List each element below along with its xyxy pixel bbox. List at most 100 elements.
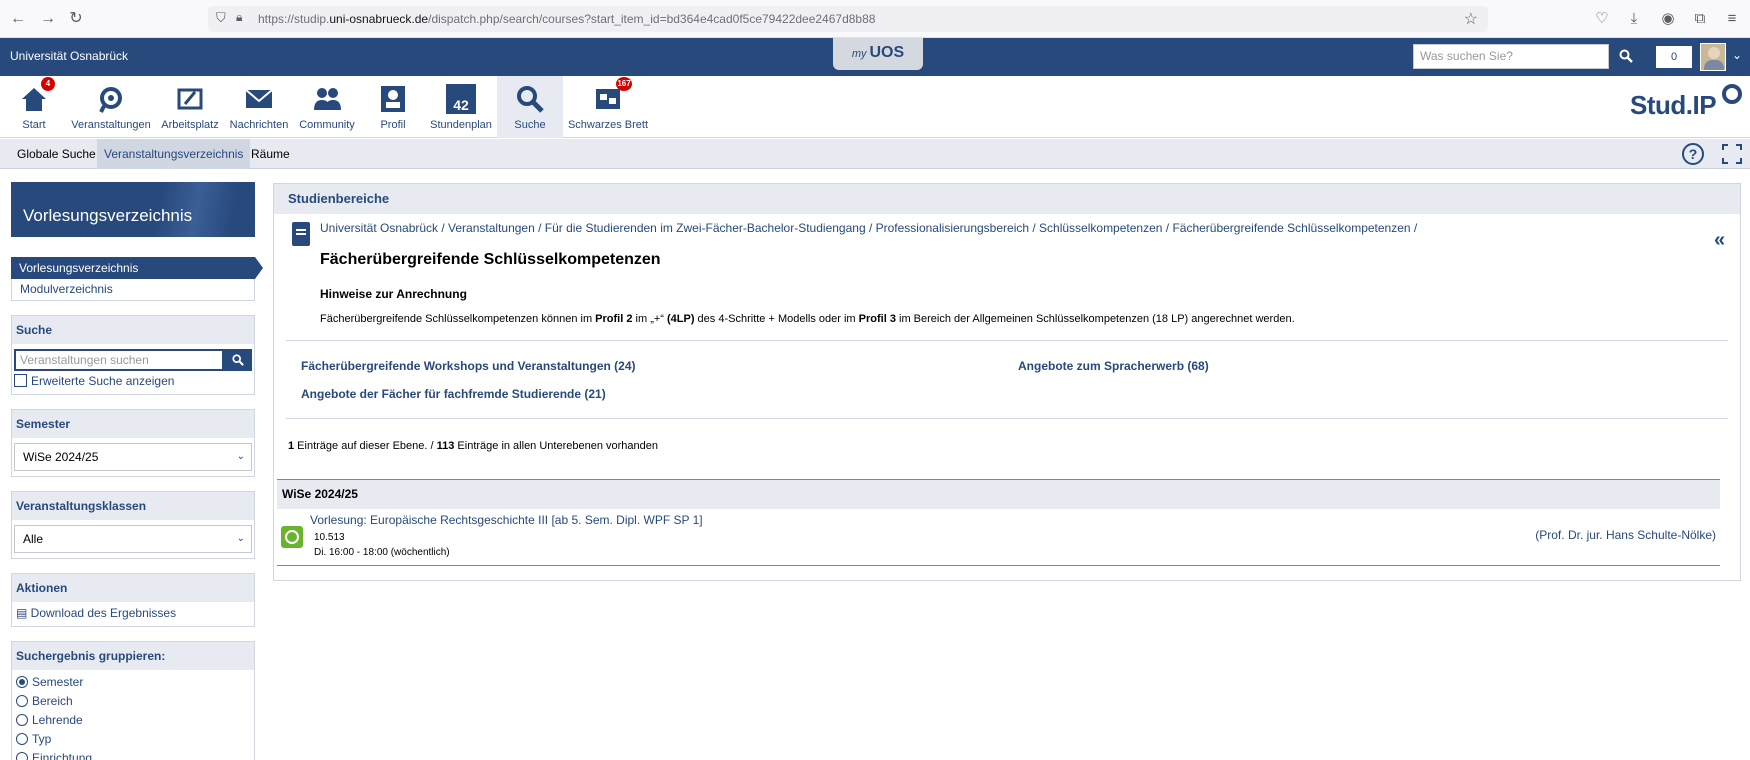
nav-schwarzes-brett[interactable]: 167 Schwarzes Brett — [566, 76, 650, 138]
search-icon — [517, 86, 544, 113]
sidebar-item-vorlesungsverzeichnis[interactable]: Vorlesungsverzeichnis — [11, 257, 263, 279]
radio-icon[interactable] — [16, 713, 28, 726]
download-icon[interactable]: ⤓ — [1624, 9, 1644, 29]
profile-icon — [381, 86, 405, 112]
sidebar-item-modulverzeichnis[interactable]: Modulverzeichnis — [11, 279, 255, 301]
advanced-search-toggle[interactable]: Erweiterte Suche anzeigen — [12, 371, 254, 391]
breadcrumb[interactable]: Universität Osnabrück / Veranstaltungen … — [320, 221, 1417, 235]
nav-profil[interactable]: Profil — [373, 76, 413, 138]
fullscreen-icon[interactable] — [1722, 144, 1742, 164]
search-icon[interactable] — [224, 349, 252, 371]
group-semester-radio[interactable]: Semester — [12, 673, 254, 692]
nav-suche[interactable]: Suche — [497, 76, 563, 138]
tab-raeume[interactable]: Räume — [244, 139, 297, 169]
course-number: 10.513 — [314, 532, 345, 543]
nav-label: Nachrichten — [229, 119, 289, 131]
nav-arbeitsplatz[interactable]: Arbeitsplatz — [158, 76, 222, 138]
area-link-workshops[interactable]: Fächerübergreifende Workshops und Verans… — [301, 359, 636, 373]
semester-group-header: WiSe 2024/25 — [277, 479, 1720, 509]
hint-text: Fächerübergreifende Schlüsselkompetenzen… — [320, 313, 1295, 325]
group-einrichtung-radio[interactable]: Einrichtung — [12, 749, 254, 760]
nav-label: Suche — [514, 119, 546, 131]
workplace-icon — [177, 88, 203, 110]
radio-icon[interactable] — [16, 751, 28, 760]
chevron-down-icon: ⌄ — [236, 451, 245, 462]
main-navigation: 4 Start Veranstaltungen Arbeitsplatz Nac… — [0, 76, 1750, 138]
avatar[interactable] — [1700, 43, 1726, 71]
sidebar-title: Vorlesungsverzeichnis — [11, 182, 255, 237]
nav-community[interactable]: Community — [294, 76, 360, 138]
nav-label: Arbeitsplatz — [161, 119, 219, 131]
group-bereich-radio[interactable]: Bereich — [12, 692, 254, 711]
grouping-widget: Suchergebnis gruppieren: Semester Bereic… — [11, 641, 255, 760]
url-text[interactable]: https://studip.uni-osnabrueck.de/dispatc… — [258, 12, 875, 26]
content-panel: Studienbereiche Universität Osnabrück / … — [273, 183, 1741, 581]
radio-icon[interactable] — [16, 732, 28, 745]
book-icon — [292, 222, 310, 246]
collapse-icon[interactable]: « — [1714, 229, 1725, 252]
classes-select[interactable]: Alle ⌄ — [14, 525, 252, 553]
account-icon[interactable]: ◉ — [1658, 9, 1678, 29]
radio-label: Bereich — [32, 694, 73, 708]
nav-start[interactable]: 4 Start — [14, 76, 55, 138]
community-icon — [314, 88, 341, 110]
radio-label: Einrichtung — [32, 751, 93, 760]
chevron-down-icon[interactable]: ⌄ — [1732, 48, 1742, 62]
course-search-input[interactable]: Veranstaltungen suchen — [14, 349, 224, 371]
course-icon[interactable] — [281, 526, 303, 548]
mail-icon — [245, 89, 273, 108]
notification-counter[interactable]: 0 — [1656, 46, 1692, 68]
entry-count: 1 Einträge auf dieser Ebene. / 113 Eintr… — [288, 440, 659, 452]
sub-navigation: Globale Suche Veranstaltungsverzeichnis … — [0, 139, 1750, 169]
extensions-icon[interactable]: ⧉ — [1690, 9, 1710, 29]
help-icon[interactable]: ? — [1682, 143, 1704, 165]
divider — [286, 340, 1728, 341]
semester-widget: Semester WiSe 2024/25 ⌄ — [11, 409, 255, 477]
university-name[interactable]: Universität Osnabrück — [10, 49, 128, 63]
course-title-link[interactable]: Vorlesung: Europäische Rechtsgeschichte … — [310, 513, 703, 527]
course-lecturer-link[interactable]: (Prof. Dr. jur. Hans Schulte-Nölke) — [1535, 528, 1716, 542]
myuos-logo[interactable]: my UOS — [833, 38, 923, 70]
global-search-input[interactable]: Was suchen Sie? — [1413, 44, 1609, 69]
classes-widget: Veranstaltungsklassen Alle ⌄ — [11, 491, 255, 559]
nav-label: Start — [22, 119, 46, 131]
reload-icon[interactable]: ↻ — [66, 9, 86, 29]
lock-icon[interactable]: 🔒︎ — [236, 10, 242, 25]
tab-veranstaltungsverzeichnis[interactable]: Veranstaltungsverzeichnis — [97, 139, 251, 169]
document-icon: ▤ — [16, 606, 31, 620]
nav-stundenplan[interactable]: 42 Stundenplan — [428, 76, 494, 138]
group-typ-radio[interactable]: Typ — [12, 730, 254, 749]
bookmark-star-icon[interactable]: ☆ — [1464, 9, 1478, 29]
forward-icon[interactable]: → — [38, 9, 58, 29]
area-link-fachfremde[interactable]: Angebote der Fächer für fachfremde Studi… — [301, 387, 606, 401]
studip-ring-icon — [1722, 84, 1742, 104]
nav-label: Profil — [380, 119, 406, 131]
sidebar: Vorlesungsverzeichnis Vorlesungsverzeich… — [11, 182, 263, 760]
back-icon[interactable]: ← — [8, 9, 28, 29]
menu-icon[interactable]: ≡ — [1722, 9, 1742, 29]
radio-label: Typ — [32, 732, 52, 746]
shield-icon[interactable]: ⛉ — [216, 10, 226, 26]
nav-veranstaltungen[interactable]: Veranstaltungen — [68, 76, 154, 138]
group-lehrende-radio[interactable]: Lehrende — [12, 711, 254, 730]
nav-nachrichten[interactable]: Nachrichten — [226, 76, 292, 138]
pocket-icon[interactable]: ♡ — [1592, 9, 1612, 29]
widget-title: Veranstaltungsklassen — [12, 492, 254, 520]
download-results-link[interactable]: ▤ Download des Ergebnisses — [12, 602, 254, 626]
nav-label: Community — [299, 119, 355, 131]
radio-label: Semester — [32, 675, 84, 689]
nav-badge: 167 — [616, 77, 632, 91]
widget-title: Aktionen — [12, 574, 254, 602]
radio-icon[interactable] — [16, 694, 28, 707]
checkbox[interactable] — [14, 374, 27, 388]
action-label: Download des Ergebnisses — [30, 606, 177, 620]
address-bar[interactable]: ⛉ 🔒︎ https://studip.uni-osnabrueck.de/di… — [208, 6, 1488, 32]
widget-title: Suchergebnis gruppieren: — [12, 642, 254, 670]
tab-globale-suche[interactable]: Globale Suche — [10, 139, 103, 169]
area-link-spracherwerb[interactable]: Angebote zum Spracherwerb (68) — [1018, 359, 1209, 373]
studip-logo[interactable]: Stud.IP — [1630, 90, 1717, 121]
semester-select[interactable]: WiSe 2024/25 ⌄ — [14, 443, 252, 471]
actions-widget: Aktionen ▤ Download des Ergebnisses — [11, 573, 255, 627]
radio-icon[interactable] — [16, 675, 28, 688]
search-icon[interactable] — [1611, 44, 1641, 69]
